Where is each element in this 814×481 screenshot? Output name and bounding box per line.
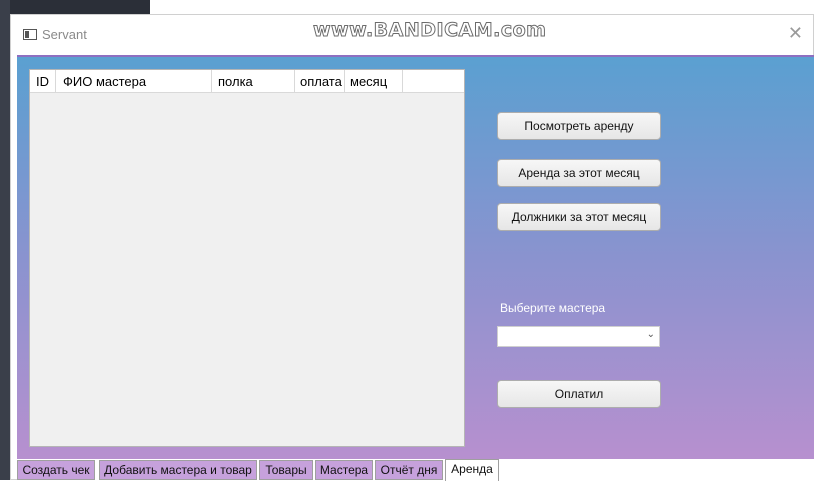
master-combobox[interactable]: ⌄ bbox=[497, 326, 660, 347]
paid-button[interactable]: Оплатил bbox=[497, 380, 661, 408]
tab-create-receipt[interactable]: Создать чек bbox=[17, 460, 95, 480]
window-app-icon bbox=[23, 29, 37, 40]
view-rent-button[interactable]: Посмотреть аренду bbox=[497, 112, 661, 140]
select-master-label: Выберите мастера bbox=[500, 301, 606, 315]
chevron-down-icon[interactable]: ⌄ bbox=[647, 329, 655, 340]
column-header-master-name[interactable]: ФИО мастера bbox=[63, 74, 146, 89]
column-separator bbox=[211, 70, 212, 92]
rent-tab-content: ID ФИО мастера полка оплата месяц Посмот… bbox=[17, 55, 814, 459]
rent-this-month-button[interactable]: Аренда за этот месяц bbox=[497, 159, 661, 187]
debtors-this-month-button[interactable]: Должники за этот месяц bbox=[497, 203, 661, 231]
tab-add-master-and-product[interactable]: Добавить мастера и товар bbox=[99, 460, 257, 480]
column-separator bbox=[344, 70, 345, 92]
tab-rent[interactable]: Аренда bbox=[445, 459, 499, 481]
column-header-month[interactable]: месяц bbox=[350, 74, 387, 89]
column-header-shelf[interactable]: полка bbox=[218, 74, 253, 89]
window-title: Servant bbox=[42, 27, 87, 42]
tab-masters[interactable]: Мастера bbox=[315, 460, 373, 480]
tab-products[interactable]: Товары bbox=[259, 460, 313, 480]
rent-data-grid[interactable]: ID ФИО мастера полка оплата месяц bbox=[29, 69, 465, 447]
column-separator bbox=[55, 70, 56, 92]
close-icon[interactable]: ✕ bbox=[788, 23, 803, 44]
column-header-id[interactable]: ID bbox=[36, 74, 49, 89]
column-separator bbox=[294, 70, 295, 92]
app-window: Servant www.BANDICAM.com ✕ ID ФИО мастер… bbox=[10, 14, 814, 481]
tab-strip: Создать чек Добавить мастера и товар Тов… bbox=[17, 459, 814, 481]
title-bar[interactable]: Servant www.BANDICAM.com ✕ bbox=[11, 15, 813, 55]
column-separator bbox=[402, 70, 403, 92]
desktop-edge bbox=[0, 0, 10, 480]
tab-daily-report[interactable]: Отчёт дня bbox=[375, 460, 443, 480]
grid-header: ID ФИО мастера полка оплата месяц bbox=[30, 70, 464, 93]
recording-watermark: www.BANDICAM.com bbox=[312, 19, 547, 42]
column-header-payment[interactable]: оплата bbox=[300, 74, 342, 89]
